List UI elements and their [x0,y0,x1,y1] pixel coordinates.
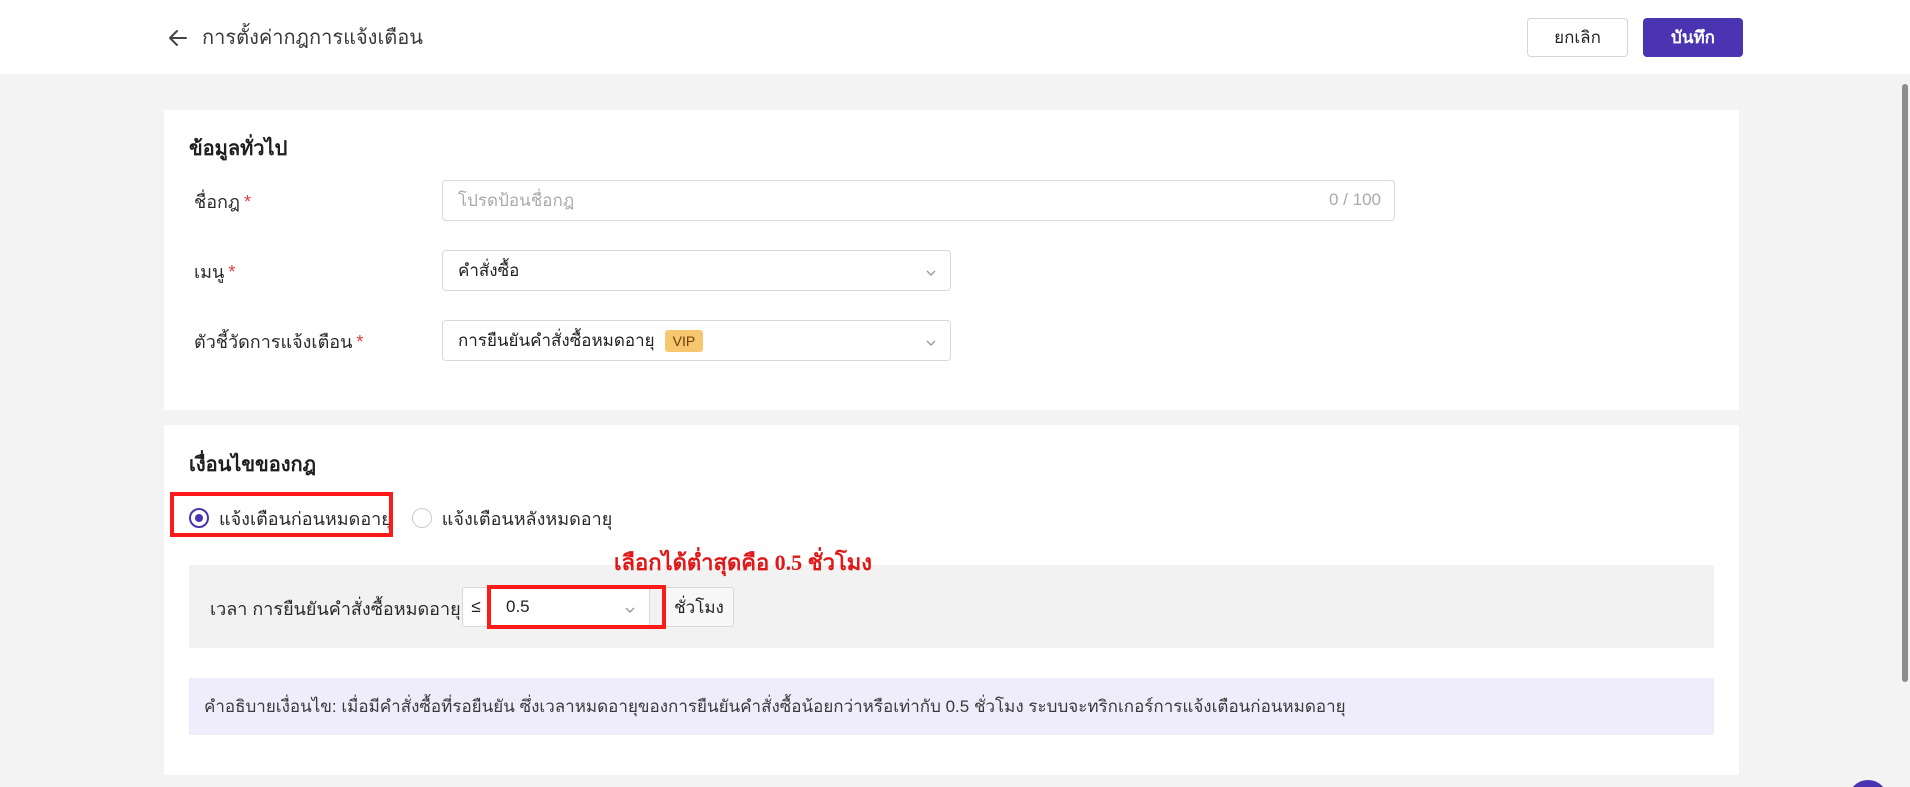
back-arrow-icon[interactable] [166,26,190,50]
condition-row: เวลา การยืนยันคำสั่งซื้อหมดอายุ ≤ 0.5 ชั… [189,565,1714,648]
required-mark: * [228,262,236,282]
required-mark: * [244,192,252,212]
floating-help-button[interactable] [1848,780,1888,787]
unit-label: ชั่วโมง [664,587,734,627]
section-title-conditions: เงื่อนไขของกฎ [189,454,317,476]
condition-description: คำอธิบายเงื่อนไข: เมื่อมีคำสั่งซื้อที่รอ… [189,678,1714,735]
operator-select[interactable]: ≤ [462,587,490,627]
cancel-button[interactable]: ยกเลิก [1527,18,1628,57]
highlight-box-value [487,585,666,629]
annotation-text: เลือกได้ต่ำสุดคือ 0.5 ชั่วโมง [614,550,873,575]
condition-time-label: เวลา การยืนยันคำสั่งซื้อหมดอายุ [210,599,461,619]
save-button[interactable]: บันทึก [1643,18,1743,57]
radio-after-expiry[interactable] [411,508,432,528]
menu-select[interactable]: คำสั่งซื้อ [442,250,951,291]
chevron-down-icon [925,334,937,346]
char-counter: 0 / 100 [1329,190,1381,209]
vip-badge: VIP [664,329,704,352]
general-info-card: ข้อมูลทั่วไป ชื่อกฎ * โปรดป้อนชื่อกฎ 0 / … [164,110,1739,410]
menu-value: คำสั่งซื้อ [458,261,520,280]
indicator-select[interactable]: การยืนยันคำสั่งซื้อหมดอายุ VIP [442,320,951,361]
rule-name-input[interactable]: โปรดป้อนชื่อกฎ 0 / 100 [442,180,1395,221]
required-mark: * [356,332,364,352]
top-bar: การตั้งค่ากฎการแจ้งเตือน ยกเลิก บันทึก [0,0,1910,74]
page-title: การตั้งค่ากฎการแจ้งเตือน [202,27,423,49]
section-title-general: ข้อมูลทั่วไป [189,138,288,160]
scrollbar-thumb[interactable] [1902,84,1908,682]
chevron-down-icon [925,264,937,276]
rule-name-placeholder: โปรดป้อนชื่อกฎ [458,191,575,210]
rule-conditions-card: เงื่อนไขของกฎ แจ้งเตือนก่อนหมดอายุ แจ้งเ… [164,425,1739,775]
menu-label: เมนู * [194,262,236,282]
radio-after-expiry-label[interactable]: แจ้งเตือนหลังหมดอายุ [442,504,612,533]
highlight-box-radio [170,492,393,537]
indicator-label: ตัวชี้วัดการแจ้งเตือน * [194,332,364,352]
indicator-value: การยืนยันคำสั่งซื้อหมดอายุ [458,331,655,350]
rule-name-label: ชื่อกฎ * [194,192,252,212]
